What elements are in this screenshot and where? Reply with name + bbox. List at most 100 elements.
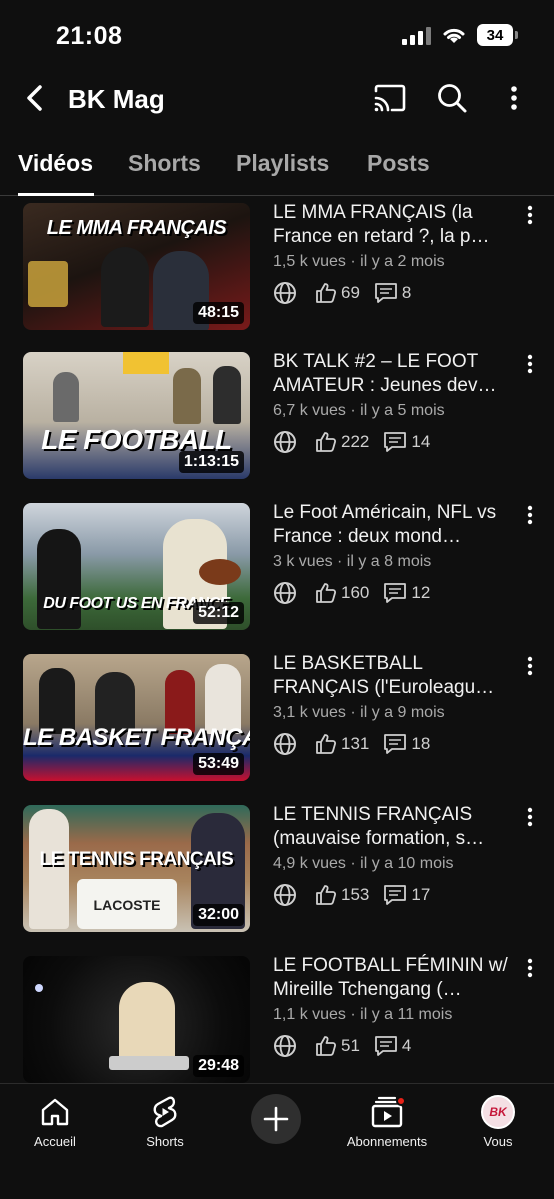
shorts-icon bbox=[153, 1096, 177, 1128]
video-title[interactable]: Le Foot Américain, NFL vs France : deux … bbox=[273, 501, 517, 549]
likes-stat: 131 bbox=[315, 733, 369, 755]
video-thumbnail[interactable]: LE FOOTBALL 1:13:15 bbox=[23, 352, 250, 479]
comment-icon bbox=[384, 885, 407, 905]
cast-icon bbox=[374, 84, 406, 112]
avatar: BK bbox=[481, 1095, 515, 1129]
video-thumbnail[interactable]: LACOSTE LE TENNIS FRANÇAIS 32:00 bbox=[23, 805, 250, 932]
comment-icon bbox=[384, 432, 407, 452]
likes-stat: 160 bbox=[315, 582, 369, 604]
likes-count: 222 bbox=[341, 432, 370, 451]
video-stats: 222 14 bbox=[273, 428, 444, 456]
visibility-stat bbox=[273, 430, 301, 454]
video-title[interactable]: LE TENNIS FRANÇAIS (mauvaise formation, … bbox=[273, 803, 517, 851]
likes-stat: 51 bbox=[315, 1035, 360, 1057]
video-thumbnail[interactable]: LE BASKET FRANÇAIS 53:49 bbox=[23, 654, 250, 781]
video-duration: 53:49 bbox=[193, 753, 244, 775]
thumbs-up-icon bbox=[316, 885, 337, 905]
video-title[interactable]: LE BASKETBALL FRANÇAIS (l'Euroleagu… bbox=[273, 652, 517, 700]
tab-posts[interactable]: Posts bbox=[367, 150, 430, 177]
thumbs-up-icon bbox=[316, 283, 337, 303]
video-title[interactable]: LE FOOTBALL FÉMININ w/ Mireille Tchengan… bbox=[273, 954, 517, 1002]
status-time: 21:08 bbox=[56, 22, 123, 50]
status-icons: 34 bbox=[402, 24, 518, 46]
comments-count: 18 bbox=[411, 734, 431, 753]
video-more-button[interactable] bbox=[520, 501, 540, 529]
visibility-stat bbox=[273, 581, 301, 605]
notification-dot bbox=[396, 1096, 406, 1106]
thumbs-up-icon bbox=[316, 1036, 337, 1056]
video-stats: 69 8 bbox=[273, 279, 425, 307]
video-thumbnail[interactable]: 29:48 bbox=[23, 956, 250, 1083]
plus-icon bbox=[263, 1106, 289, 1132]
nav-subscriptions[interactable]: Abonnements bbox=[332, 1094, 442, 1149]
list-item[interactable]: LE BASKET FRANÇAIS 53:49 LE BASKETBALL F… bbox=[0, 650, 554, 790]
nav-subscriptions-label: Abonnements bbox=[346, 1134, 428, 1149]
visibility-stat bbox=[273, 883, 301, 907]
video-stats: 160 12 bbox=[273, 579, 444, 607]
vertical-dots-icon bbox=[527, 505, 533, 525]
video-more-button[interactable] bbox=[520, 350, 540, 378]
vertical-dots-icon bbox=[527, 958, 533, 978]
globe-icon bbox=[274, 582, 296, 604]
vertical-dots-icon bbox=[527, 354, 533, 374]
comments-stat: 17 bbox=[383, 884, 430, 906]
video-more-button[interactable] bbox=[520, 803, 540, 831]
list-item[interactable]: 29:48 LE FOOTBALL FÉMININ w/ Mireille Tc… bbox=[0, 952, 554, 1083]
comment-icon bbox=[375, 1036, 397, 1056]
back-button[interactable] bbox=[18, 82, 50, 114]
globe-icon bbox=[274, 282, 296, 304]
comments-stat: 12 bbox=[383, 582, 430, 604]
comment-icon bbox=[384, 734, 407, 754]
likes-count: 131 bbox=[341, 734, 370, 753]
video-more-button[interactable] bbox=[520, 652, 540, 680]
video-thumbnail[interactable]: LE MMA FRANÇAIS 48:15 bbox=[23, 203, 250, 330]
nav-you-label: Vous bbox=[483, 1134, 513, 1149]
likes-stat: 222 bbox=[315, 431, 369, 453]
video-meta: 3 k vues · il y a 8 mois bbox=[273, 553, 432, 570]
comment-icon bbox=[384, 583, 407, 603]
video-title[interactable]: LE MMA FRANÇAIS (la France en retard ?, … bbox=[273, 201, 517, 249]
thumbnail-caption: LE MMA FRANÇAIS bbox=[46, 217, 227, 239]
list-item[interactable]: LE MMA FRANÇAIS 48:15 LE MMA FRANÇAIS (l… bbox=[0, 197, 554, 337]
globe-icon bbox=[274, 1035, 296, 1057]
likes-count: 160 bbox=[341, 583, 370, 602]
list-item[interactable]: LE FOOTBALL 1:13:15 BK TALK #2 – LE FOOT… bbox=[0, 348, 554, 488]
search-button[interactable] bbox=[434, 80, 470, 116]
visibility-stat bbox=[273, 281, 301, 305]
vertical-dots-icon bbox=[527, 807, 533, 827]
comments-count: 17 bbox=[411, 885, 431, 904]
video-list: LE MMA FRANÇAIS 48:15 LE MMA FRANÇAIS (l… bbox=[0, 197, 554, 1083]
tab-shorts[interactable]: Shorts bbox=[128, 150, 201, 177]
video-title[interactable]: BK TALK #2 – LE FOOT AMATEUR : Jeunes de… bbox=[273, 350, 517, 398]
video-thumbnail[interactable]: DU FOOT US EN FRANCE 52:12 bbox=[23, 503, 250, 630]
video-duration: 52:12 bbox=[193, 602, 244, 624]
signal-icon bbox=[402, 25, 431, 45]
channel-name: BK Mag bbox=[68, 84, 165, 114]
globe-icon bbox=[274, 733, 296, 755]
thumbnail-caption: LE TENNIS FRANÇAIS bbox=[39, 849, 234, 870]
video-stats: 51 4 bbox=[273, 1032, 425, 1060]
video-meta: 1,1 k vues · il y a 11 mois bbox=[273, 1006, 453, 1023]
comments-stat: 18 bbox=[383, 733, 430, 755]
comments-stat: 8 bbox=[374, 282, 411, 304]
bottom-navigation: Accueil Shorts Abonnements BK Vous bbox=[0, 1083, 554, 1199]
video-meta: 6,7 k vues · il y a 5 mois bbox=[273, 402, 445, 419]
video-more-button[interactable] bbox=[520, 954, 540, 982]
video-more-button[interactable] bbox=[520, 201, 540, 229]
thumbs-up-icon bbox=[316, 734, 337, 754]
vertical-dots-icon bbox=[511, 86, 517, 110]
create-button[interactable] bbox=[251, 1094, 301, 1144]
nav-shorts[interactable]: Shorts bbox=[110, 1094, 220, 1149]
tab-playlists[interactable]: Playlists bbox=[236, 150, 329, 177]
likes-stat: 153 bbox=[315, 884, 369, 906]
list-item[interactable]: LACOSTE LE TENNIS FRANÇAIS 32:00 LE TENN… bbox=[0, 801, 554, 941]
video-meta: 4,9 k vues · il y a 10 mois bbox=[273, 855, 454, 872]
globe-icon bbox=[274, 431, 296, 453]
more-options-button[interactable] bbox=[496, 80, 532, 116]
thumbnail-caption: LE BASKET FRANÇAIS bbox=[23, 724, 250, 751]
nav-home[interactable]: Accueil bbox=[0, 1094, 110, 1149]
tab-videos[interactable]: Vidéos bbox=[18, 150, 93, 177]
list-item[interactable]: DU FOOT US EN FRANCE 52:12 Le Foot Améri… bbox=[0, 499, 554, 639]
nav-you[interactable]: BK Vous bbox=[443, 1094, 553, 1149]
cast-button[interactable] bbox=[372, 80, 408, 116]
